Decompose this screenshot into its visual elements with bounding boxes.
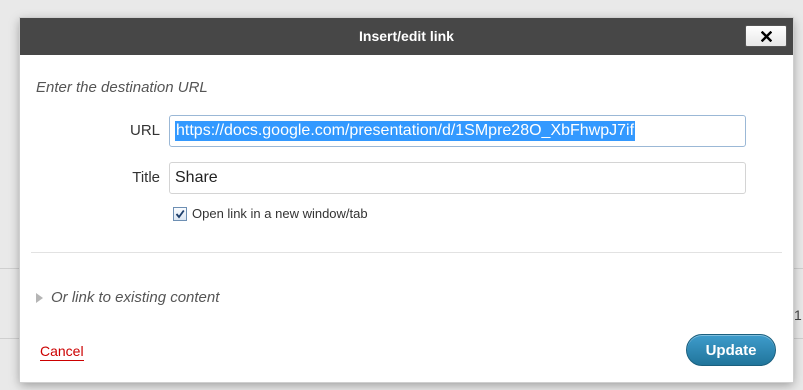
close-button[interactable] — [745, 25, 787, 47]
dialog-titlebar: Insert/edit link — [20, 18, 793, 55]
background-text: 1 — [794, 307, 802, 323]
link-existing-label: Or link to existing content — [51, 289, 220, 306]
link-existing-toggle[interactable]: Or link to existing content — [36, 289, 219, 306]
url-value: https://docs.google.com/presentation/d/1… — [175, 121, 636, 141]
cancel-link[interactable]: Cancel — [40, 343, 84, 361]
close-icon — [760, 30, 772, 42]
dialog-title: Insert/edit link — [359, 28, 454, 44]
title-label: Title — [132, 169, 160, 186]
open-new-window-option: Open link in a new window/tab — [173, 206, 368, 221]
title-input[interactable]: Share — [169, 162, 746, 194]
url-label: URL — [129, 122, 160, 139]
section-divider — [31, 252, 782, 253]
checkmark-icon — [175, 209, 185, 218]
title-value: Share — [175, 169, 218, 186]
open-new-window-label: Open link in a new window/tab — [192, 206, 368, 221]
url-input[interactable]: https://docs.google.com/presentation/d/1… — [169, 115, 746, 147]
insert-link-dialog: Insert/edit link Enter the destination U… — [20, 18, 793, 382]
update-button[interactable]: Update — [686, 334, 776, 366]
open-new-window-checkbox[interactable] — [173, 206, 187, 221]
dialog-prompt: Enter the destination URL — [36, 79, 208, 96]
expand-arrow-icon — [36, 292, 43, 303]
